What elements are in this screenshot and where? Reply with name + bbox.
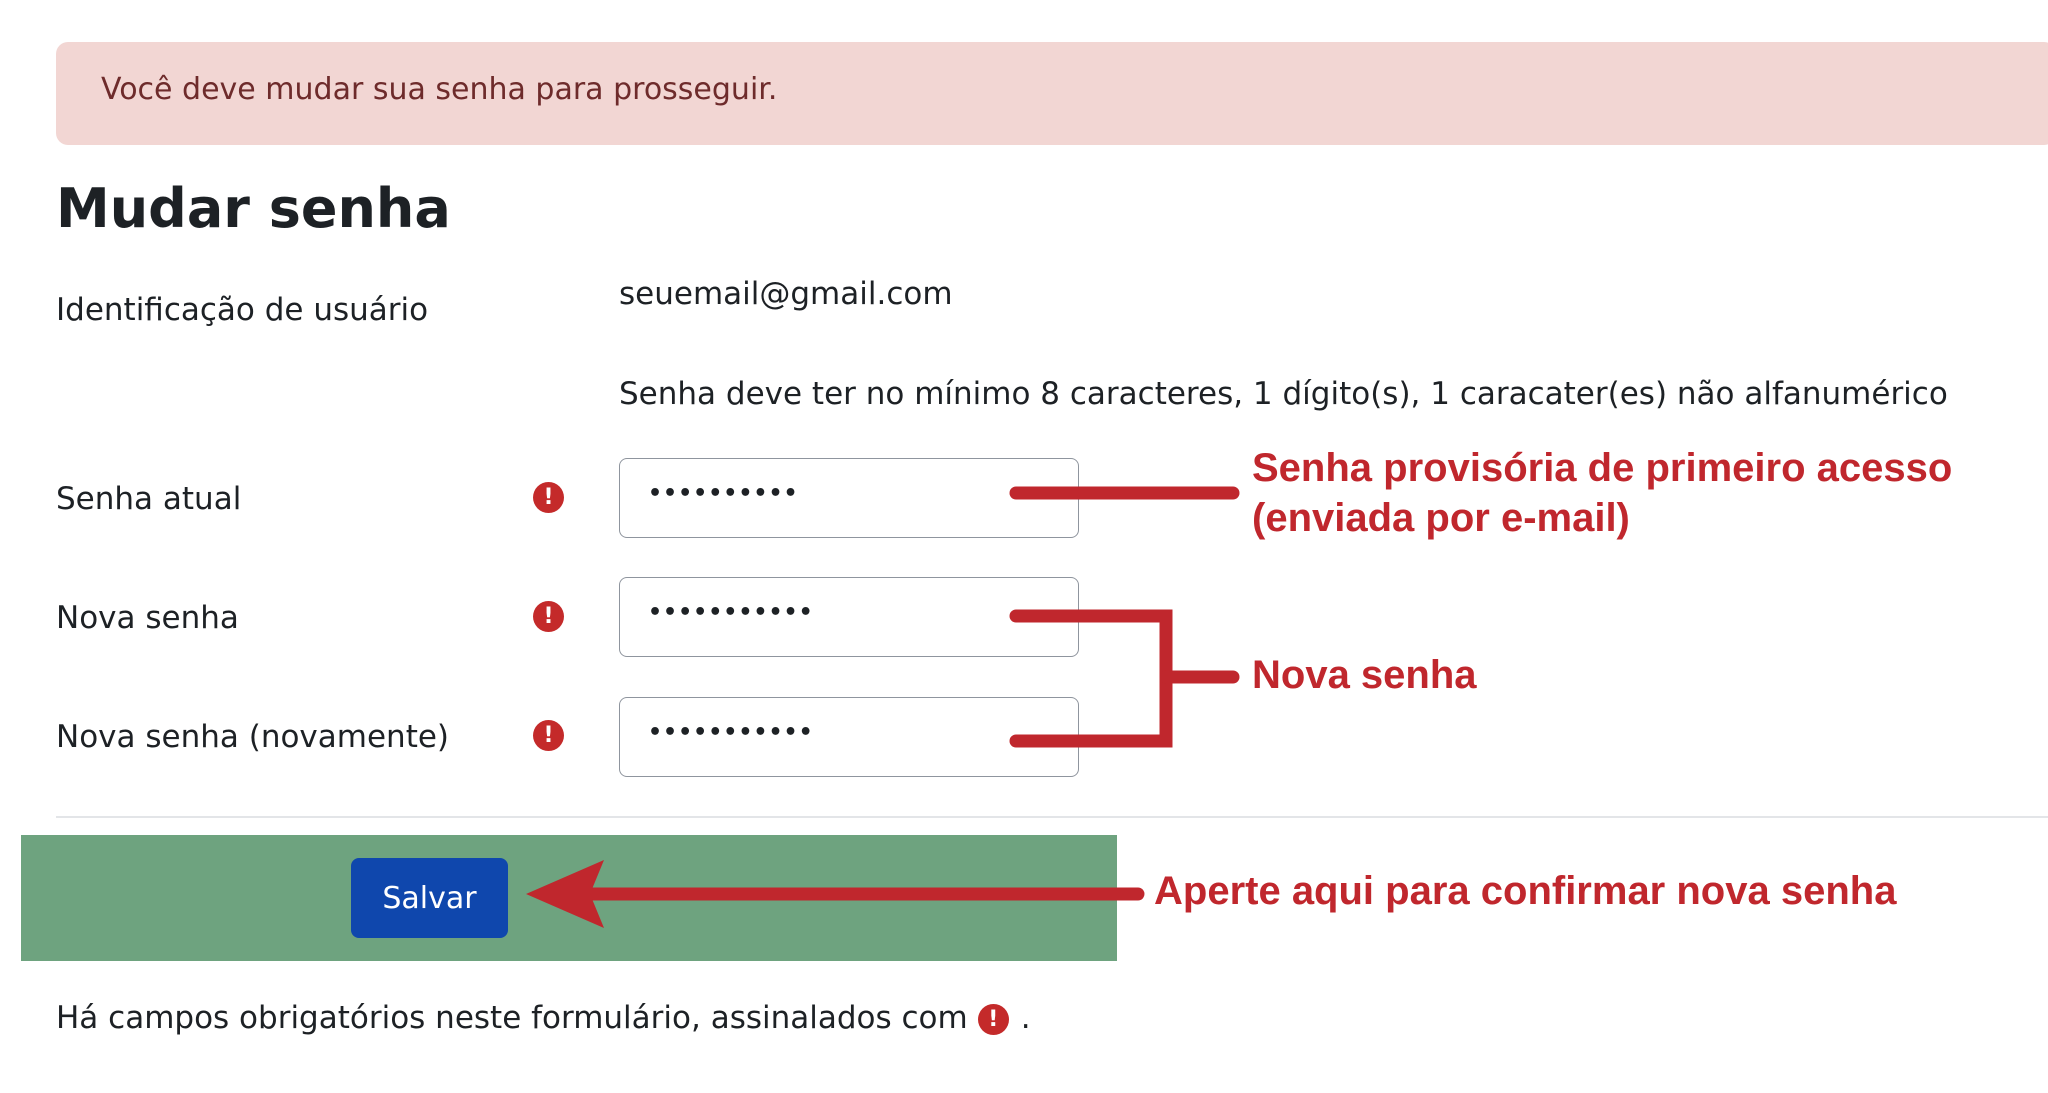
annotation-save: Aperte aqui para confirmar nova senha: [1154, 869, 1897, 913]
annotation-overlay: [526, 486, 1240, 928]
annotation-new-password: Nova senha: [1252, 653, 1477, 697]
annotation-bracket-new-password: [1009, 609, 1173, 748]
annotation-current-password: Senha provisória de primeiro acesso (env…: [1252, 443, 1952, 543]
annotation-current-password-line2: (enviada por e-mail): [1252, 496, 1630, 540]
annotation-current-password-line1: Senha provisória de primeiro acesso: [1252, 446, 1953, 490]
